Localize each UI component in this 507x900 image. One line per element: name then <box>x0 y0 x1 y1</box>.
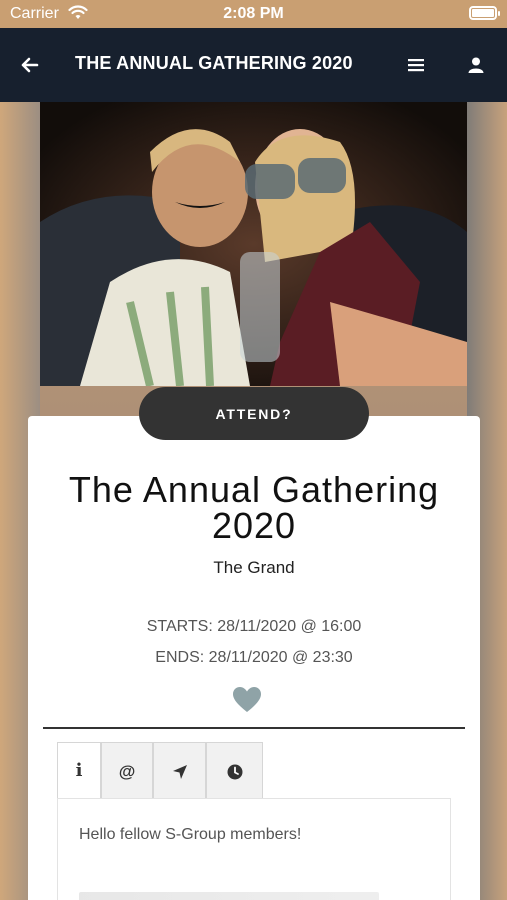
tab-contact[interactable]: @ <box>101 742 153 800</box>
clock-time: 2:08 PM <box>223 5 284 22</box>
heart-icon[interactable] <box>232 686 262 714</box>
tab-panel-info: Hello fellow S-Group members! <box>57 798 451 900</box>
tab-info[interactable]: i <box>57 742 101 800</box>
info-icon: i <box>75 760 83 781</box>
back-arrow-icon[interactable] <box>14 50 46 80</box>
location-arrow-icon <box>172 764 187 779</box>
tab-location[interactable] <box>153 742 206 800</box>
detail-tabs: i @ <box>57 742 263 800</box>
user-icon[interactable] <box>462 50 490 80</box>
at-icon: @ <box>118 761 136 781</box>
event-venue: The Grand <box>213 558 295 577</box>
info-greeting: Hello fellow S-Group members! <box>79 826 302 843</box>
hamburger-menu-icon[interactable] <box>402 50 430 80</box>
event-end-time: ENDS: 28/11/2020 @ 23:30 <box>155 649 353 666</box>
event-title: The Annual Gathering 2020 <box>68 469 440 546</box>
event-start-time: STARTS: 28/11/2020 @ 16:00 <box>146 618 362 635</box>
info-text-faded <box>79 892 379 900</box>
nav-title: THE ANNUAL GATHERING 2020 <box>75 53 353 73</box>
event-hero-image <box>40 102 467 386</box>
attend-button[interactable]: ATTEND? <box>139 387 369 440</box>
tab-schedule[interactable] <box>206 742 263 800</box>
clock-icon <box>227 764 242 779</box>
battery-icon <box>469 6 500 20</box>
status-bar: Carrier 2:08 PM <box>0 0 507 28</box>
navigation-bar: THE ANNUAL GATHERING 2020 <box>0 28 507 102</box>
section-divider <box>43 727 465 729</box>
